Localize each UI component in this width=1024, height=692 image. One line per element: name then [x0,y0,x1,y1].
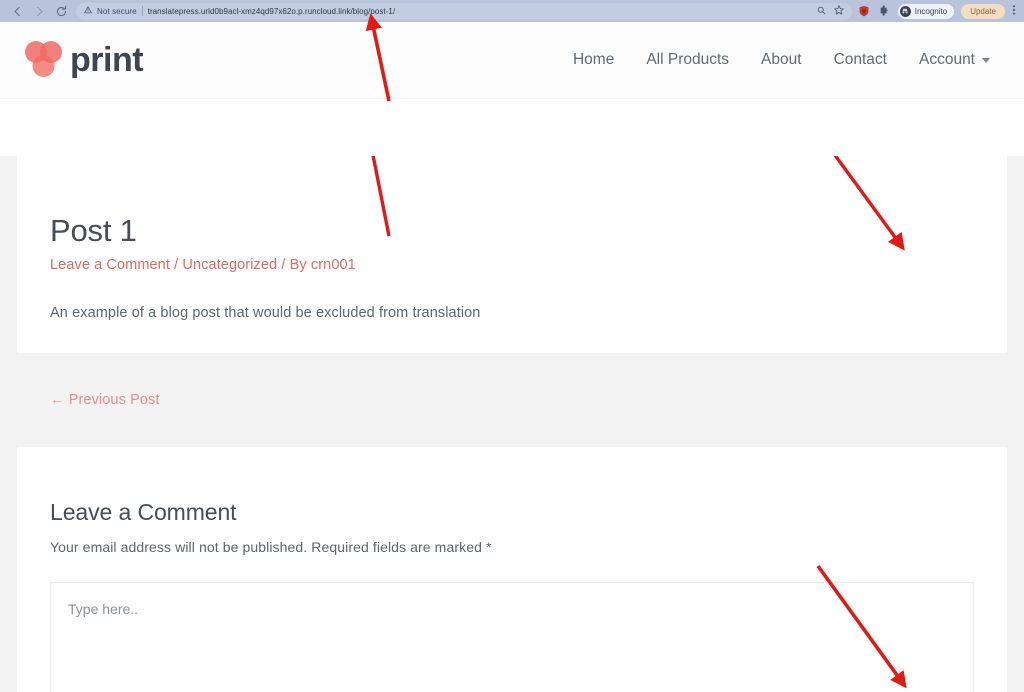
nav-item-all-products-label: All Products [646,51,730,68]
puzzle-extension-icon[interactable] [878,5,891,18]
nav-item-account-label: Account [918,51,975,68]
post-meta-leave-comment-link[interactable]: Leave a Comment [50,257,170,273]
site-logo-text: print [70,41,144,79]
kebab-menu-icon[interactable] [1012,4,1016,19]
warning-triangle-icon [83,5,93,16]
comments-section-title: Leave a Comment [50,499,237,525]
omnibox-divider [141,6,143,16]
post-navigation: ← Previous Post [0,353,1024,409]
post-meta: Leave a Comment / Uncategorized / By crn… [50,257,974,273]
shield-extension-icon[interactable] [858,5,871,18]
nav-item-home-label: Home [572,51,615,68]
comments-privacy-note: Your email address will not be published… [50,539,492,555]
post-body-text: An example of a blog post that would be … [50,305,481,322]
nav-item-all-products[interactable]: All Products [646,51,729,69]
security-status-label: Not secure [97,6,137,16]
clover-circles-logo-icon [20,38,68,82]
browser-toolbar: Not secure translatepress.urld0b9acl-xmz… [0,0,1024,22]
comment-textarea[interactable] [50,582,974,692]
incognito-label: Incognito [914,6,948,16]
address-bar[interactable]: Not secure translatepress.urld0b9acl-xmz… [76,2,852,20]
url-text: translatepress.urld0b9acl-xmz4qd97x62o.p… [147,6,396,16]
comments-card: Leave a Comment Your email address will … [17,447,1007,692]
nav-item-contact-label: Contact [833,51,887,68]
previous-post-link[interactable]: ← Previous Post [50,392,160,408]
reload-icon[interactable] [50,1,72,21]
nav-item-account[interactable]: Account [919,51,990,69]
nav-item-contact[interactable]: Contact [834,51,887,69]
nav-item-about-label: About [761,51,802,68]
main-navigation: Home All Products About Contact Account [573,51,990,69]
search-icon[interactable] [817,6,826,17]
nav-item-about[interactable]: About [761,51,802,69]
incognito-badge[interactable]: Incognito [897,3,955,19]
update-button[interactable]: Update [961,3,1005,19]
star-icon[interactable] [833,4,844,17]
post-card: Post 1 Leave a Comment / Uncategorized /… [17,156,1007,353]
post-meta-separator-2: / [281,257,286,274]
browser-extensions-area: Incognito Update [858,3,1018,19]
post-meta-author-link[interactable]: By crn001 [290,257,356,273]
post-meta-category-link[interactable]: Uncategorized [182,257,277,273]
site-header: print Home All Products About Contact Ac… [0,22,1024,99]
forward-arrow-icon[interactable] [28,1,50,21]
page-body: Post 1 Leave a Comment / Uncategorized /… [0,156,1024,692]
nav-item-home[interactable]: Home [573,51,614,69]
site-logo[interactable]: print [20,38,144,82]
post-meta-separator-1: / [174,257,179,274]
page-title: Post 1 [50,213,137,248]
back-arrow-icon[interactable] [6,1,28,21]
chevron-down-icon [982,57,990,63]
incognito-hat-icon [899,5,911,17]
